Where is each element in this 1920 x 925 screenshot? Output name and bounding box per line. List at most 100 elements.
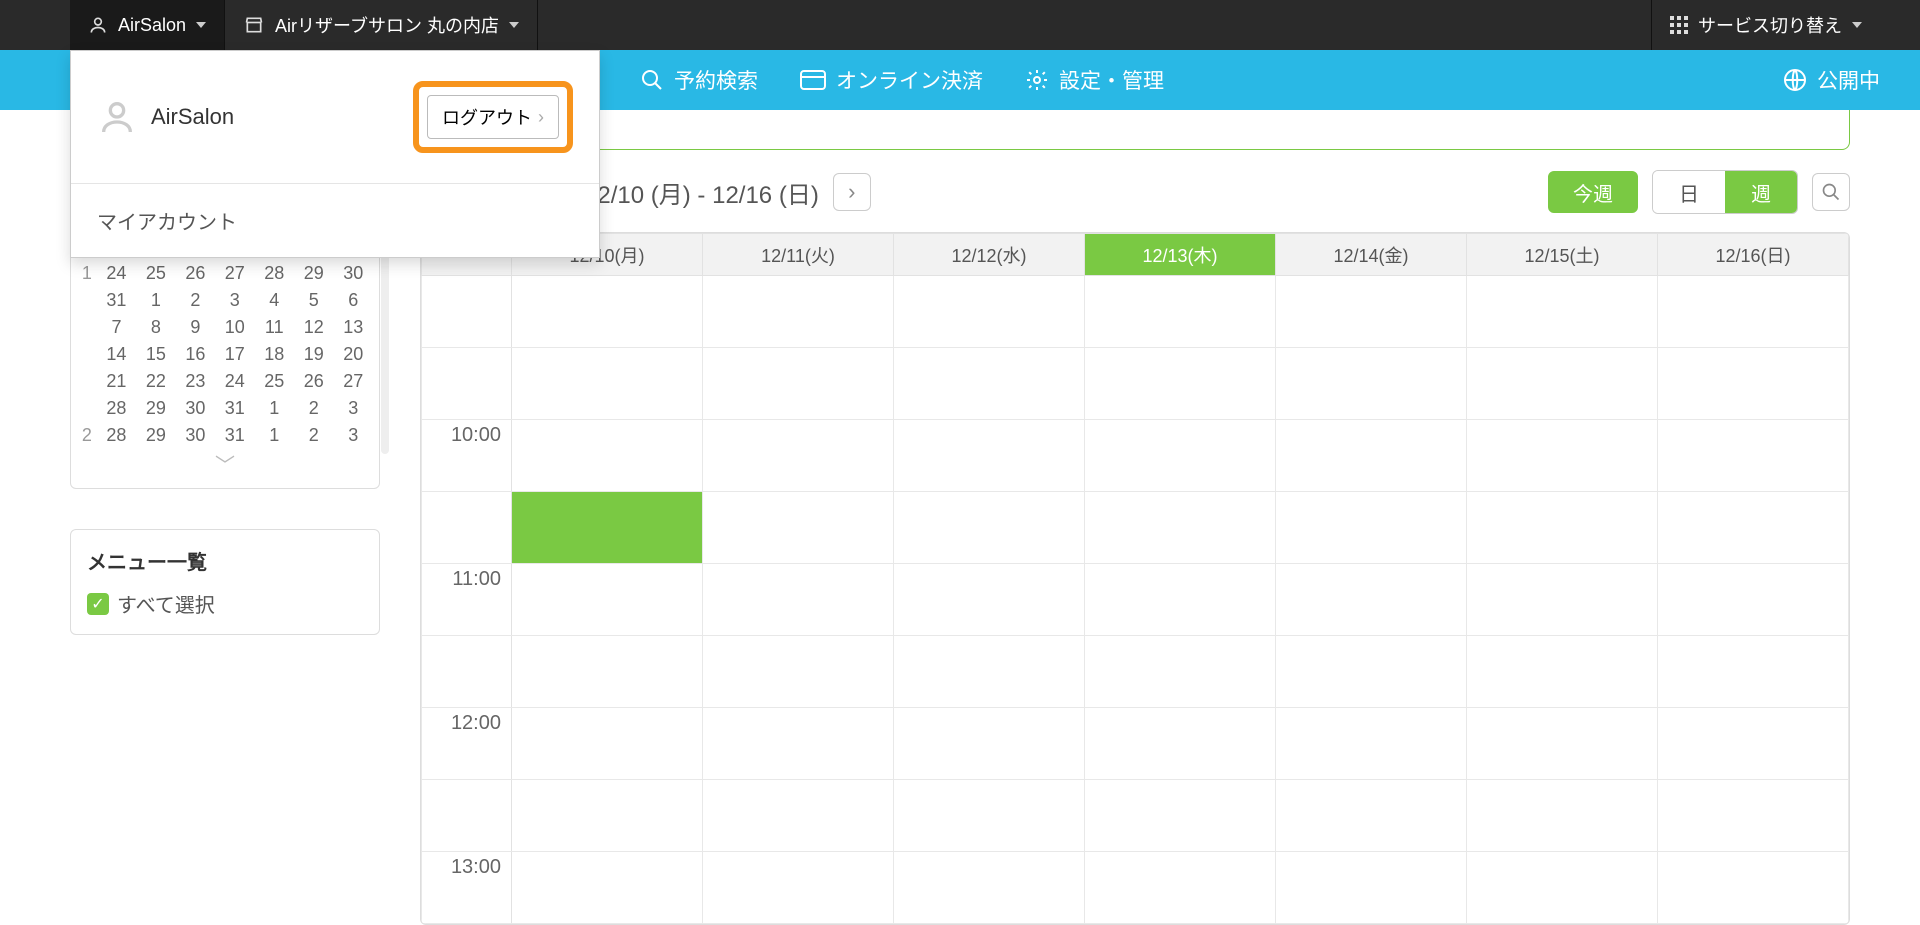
mini-cal-day[interactable]: 23 xyxy=(176,368,215,395)
calendar-cell[interactable] xyxy=(703,852,894,924)
topbar-account[interactable]: AirSalon xyxy=(70,0,225,50)
next-week-button[interactable]: › xyxy=(833,173,871,211)
calendar-cell[interactable] xyxy=(512,348,703,420)
calendar-cell[interactable] xyxy=(512,636,703,708)
this-week-button[interactable]: 今週 xyxy=(1548,171,1638,213)
calendar-cell[interactable] xyxy=(512,420,703,492)
calendar-cell[interactable] xyxy=(894,852,1085,924)
calendar-cell[interactable] xyxy=(703,420,894,492)
calendar-cell[interactable] xyxy=(1658,852,1849,924)
calendar-cell[interactable] xyxy=(1658,780,1849,852)
calendar-cell[interactable] xyxy=(894,420,1085,492)
mini-cal-day[interactable]: 27 xyxy=(215,260,254,287)
mini-cal-day[interactable]: 13 xyxy=(333,314,373,341)
segment-day[interactable]: 日 xyxy=(1653,171,1725,213)
select-all-checkbox[interactable]: ✓ すべて選択 xyxy=(87,589,363,618)
mini-cal-day[interactable]: 25 xyxy=(136,260,175,287)
mini-cal-day[interactable]: 31 xyxy=(215,395,254,422)
mini-cal-day[interactable]: 22 xyxy=(136,368,175,395)
calendar-cell[interactable] xyxy=(1467,564,1658,636)
calendar-cell[interactable] xyxy=(1658,348,1849,420)
calendar-cell[interactable] xyxy=(703,276,894,348)
calendar-cell[interactable] xyxy=(1467,780,1658,852)
calendar-cell[interactable] xyxy=(1658,564,1849,636)
calendar-cell[interactable] xyxy=(1467,276,1658,348)
calendar-cell[interactable] xyxy=(894,492,1085,564)
mini-cal-day[interactable]: 29 xyxy=(136,422,175,449)
calendar-cell[interactable] xyxy=(1085,852,1276,924)
calendar-cell[interactable] xyxy=(512,780,703,852)
calendar-cell[interactable] xyxy=(703,564,894,636)
day-header[interactable]: 12/14(金) xyxy=(1276,234,1467,276)
mini-cal-day[interactable]: 3 xyxy=(333,422,373,449)
calendar-cell[interactable] xyxy=(703,708,894,780)
calendar-cell[interactable] xyxy=(512,708,703,780)
calendar-cell[interactable] xyxy=(1658,636,1849,708)
calendar-cell[interactable] xyxy=(894,780,1085,852)
calendar-cell[interactable] xyxy=(1467,708,1658,780)
calendar-cell[interactable] xyxy=(512,276,703,348)
calendar-search-button[interactable] xyxy=(1812,173,1850,211)
mini-cal-day[interactable]: 24 xyxy=(97,260,136,287)
mini-cal-day[interactable]: 2 xyxy=(176,287,215,314)
calendar-cell[interactable] xyxy=(1658,492,1849,564)
day-header[interactable]: 12/15(土) xyxy=(1467,234,1658,276)
calendar-cell[interactable] xyxy=(512,564,703,636)
calendar-cell[interactable] xyxy=(1276,492,1467,564)
calendar-cell[interactable] xyxy=(703,492,894,564)
mini-cal-day[interactable]: 11 xyxy=(255,314,294,341)
mini-cal-day[interactable]: 25 xyxy=(255,368,294,395)
calendar-cell[interactable] xyxy=(1467,852,1658,924)
calendar-cell[interactable] xyxy=(1276,636,1467,708)
mini-cal-day[interactable]: 16 xyxy=(176,341,215,368)
mini-cal-day[interactable]: 30 xyxy=(176,422,215,449)
calendar-cell[interactable] xyxy=(1085,564,1276,636)
calendar-cell[interactable] xyxy=(894,348,1085,420)
mini-cal-day[interactable]: 20 xyxy=(333,341,373,368)
day-header[interactable]: 12/11(火) xyxy=(703,234,894,276)
topbar-store[interactable]: Airリザーブサロン 丸の内店 xyxy=(225,0,538,50)
calendar-cell[interactable] xyxy=(512,852,703,924)
mini-cal-day[interactable]: 14 xyxy=(97,341,136,368)
calendar-cell[interactable] xyxy=(1467,348,1658,420)
mini-cal-day[interactable]: 28 xyxy=(97,395,136,422)
mini-cal-day[interactable]: 1 xyxy=(136,287,175,314)
mini-cal-day[interactable]: 8 xyxy=(136,314,175,341)
nav-search[interactable]: 予約検索 xyxy=(640,65,758,95)
mini-cal-day[interactable]: 1 xyxy=(255,395,294,422)
calendar-cell[interactable] xyxy=(703,348,894,420)
calendar-cell[interactable] xyxy=(894,636,1085,708)
mini-cal-day[interactable]: 18 xyxy=(255,341,294,368)
calendar-cell[interactable] xyxy=(894,708,1085,780)
mini-cal-day[interactable]: 26 xyxy=(294,368,333,395)
mini-cal-day[interactable]: 29 xyxy=(136,395,175,422)
calendar-cell[interactable] xyxy=(1276,564,1467,636)
mini-cal-day[interactable]: 28 xyxy=(255,260,294,287)
mini-cal-day[interactable]: 21 xyxy=(97,368,136,395)
mini-cal-day[interactable]: 28 xyxy=(97,422,136,449)
calendar-cell[interactable] xyxy=(703,780,894,852)
my-account-link[interactable]: マイアカウント xyxy=(71,184,599,257)
calendar-cell[interactable] xyxy=(1658,708,1849,780)
calendar-cell[interactable] xyxy=(1276,852,1467,924)
mini-cal-day[interactable]: 31 xyxy=(97,287,136,314)
mini-cal-day[interactable]: 2 xyxy=(294,395,333,422)
mini-cal-next[interactable]: ﹀ xyxy=(77,449,373,478)
mini-cal-day[interactable]: 17 xyxy=(215,341,254,368)
mini-cal-day[interactable]: 6 xyxy=(333,287,373,314)
calendar-cell[interactable] xyxy=(894,276,1085,348)
calendar-cell[interactable] xyxy=(1276,276,1467,348)
calendar-cell[interactable] xyxy=(1085,420,1276,492)
mini-cal-day[interactable]: 2 xyxy=(294,422,333,449)
calendar-cell[interactable] xyxy=(1276,708,1467,780)
calendar-cell[interactable] xyxy=(512,492,703,564)
mini-cal-day[interactable]: 26 xyxy=(176,260,215,287)
mini-cal-day[interactable]: 15 xyxy=(136,341,175,368)
day-header[interactable]: 12/16(日) xyxy=(1658,234,1849,276)
mini-cal-day[interactable]: 27 xyxy=(333,368,373,395)
mini-cal-day[interactable]: 30 xyxy=(176,395,215,422)
calendar-cell[interactable] xyxy=(1276,420,1467,492)
mini-cal-day[interactable]: 4 xyxy=(255,287,294,314)
mini-cal-day[interactable]: 3 xyxy=(333,395,373,422)
mini-cal-day[interactable]: 9 xyxy=(176,314,215,341)
